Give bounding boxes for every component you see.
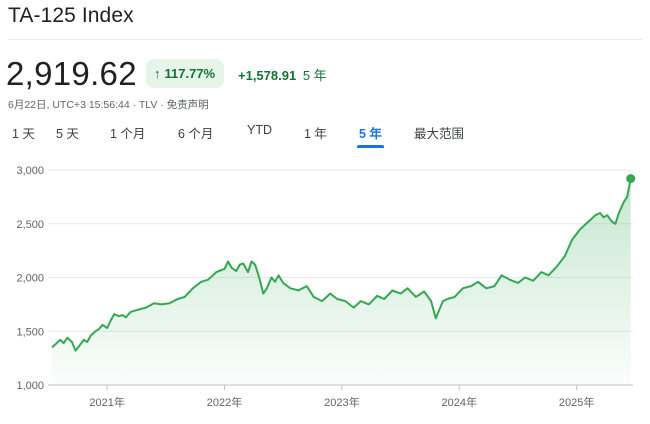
- quote-meta: 6月22日, UTC+3 15:56:44 · TLV · 免责声明: [8, 97, 209, 112]
- tab-1m[interactable]: 1 个月: [110, 123, 178, 148]
- y-axis-labels: 3,000 2,500 2,000 1,500 1,000: [16, 165, 44, 392]
- timestamp: 6月22日, UTC+3 15:56:44: [8, 99, 130, 111]
- price-chart[interactable]: 3,000 2,500 2,000 1,500 1,000 2021年 2022年 2023…: [0, 155, 650, 424]
- y-tick-label: 3,000: [16, 165, 44, 177]
- x-tick-label: 2023年: [324, 395, 359, 409]
- meta-separator: ·: [160, 99, 164, 111]
- x-axis-labels: 2021年 2022年 2023年 2024年 2025年: [89, 385, 594, 409]
- disclaimer-link[interactable]: 免责声明: [167, 99, 209, 111]
- arrow-up-icon: ↑: [154, 66, 161, 81]
- x-tick-label: 2025年: [559, 395, 594, 409]
- tab-ytd[interactable]: YTD: [247, 123, 304, 148]
- tab-max[interactable]: 最大范围: [414, 123, 474, 148]
- range-tabs: 1 天 5 天 1 个月 6 个月 YTD 1 年 5 年 最大范围: [12, 123, 474, 148]
- price-area: [52, 178, 631, 385]
- x-tick-label: 2021年: [89, 395, 124, 409]
- tab-1y[interactable]: 1 年: [304, 123, 359, 148]
- x-tick-label: 2024年: [442, 395, 477, 409]
- y-tick-label: 1,500: [16, 326, 44, 338]
- tab-5y[interactable]: 5 年: [357, 123, 384, 148]
- absolute-change: +1,578.91 5 年: [238, 65, 327, 84]
- tab-1d[interactable]: 1 天: [12, 123, 56, 148]
- header-divider: [8, 39, 642, 40]
- y-tick-label: 2,500: [16, 219, 44, 231]
- meta-separator: ·: [132, 99, 137, 111]
- x-tick-label: 2022年: [207, 395, 242, 409]
- tab-5d[interactable]: 5 天: [56, 123, 110, 148]
- y-tick-label: 1,000: [16, 380, 44, 392]
- current-price: 2,919.62: [6, 55, 137, 92]
- absolute-change-value: +1,578.91: [238, 68, 297, 83]
- exchange-label: TLV: [138, 99, 158, 111]
- tab-6m[interactable]: 6 个月: [178, 123, 247, 148]
- percent-change-value: 117.77%: [164, 66, 216, 81]
- last-price-dot: [626, 174, 636, 184]
- y-tick-label: 2,000: [16, 273, 44, 285]
- percent-change-badge: ↑ 117.77%: [146, 59, 225, 88]
- page-title: TA-125 Index: [8, 4, 134, 27]
- change-period: 5 年: [302, 68, 327, 83]
